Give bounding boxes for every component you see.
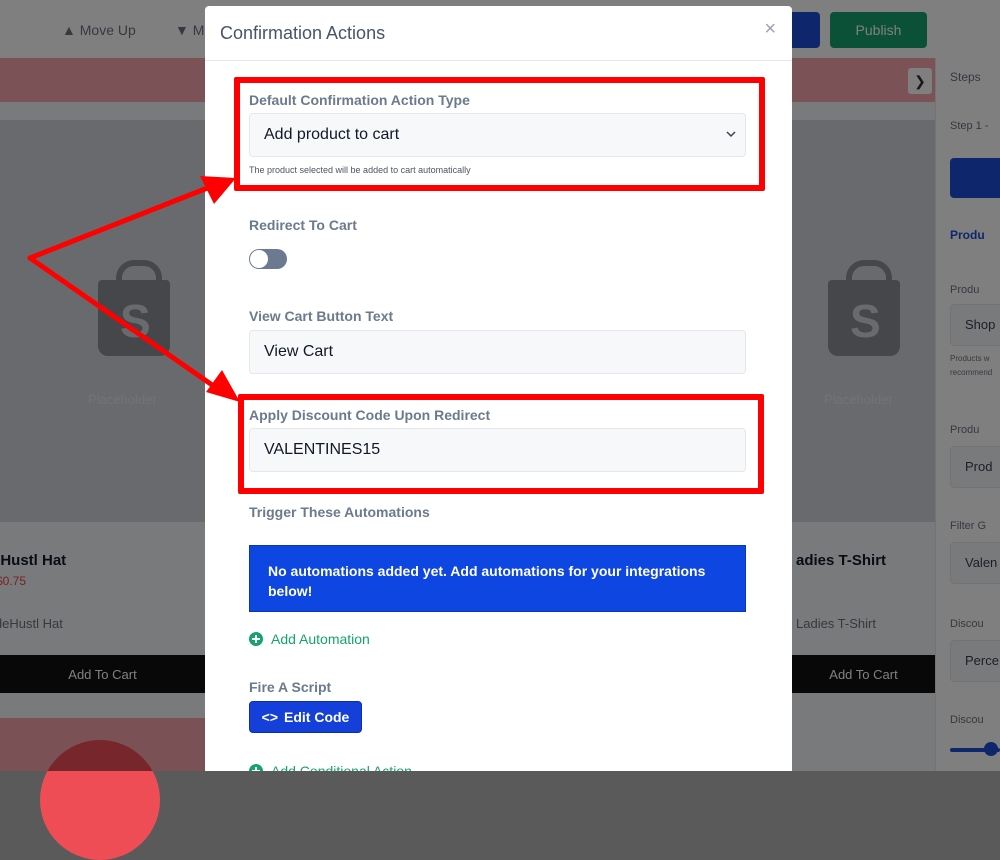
- arrow-line-lower: [27, 255, 218, 390]
- annotation-arrows: [27, 176, 240, 402]
- arrow-head-lower: [206, 370, 240, 402]
- arrow-line-upper: [27, 184, 213, 261]
